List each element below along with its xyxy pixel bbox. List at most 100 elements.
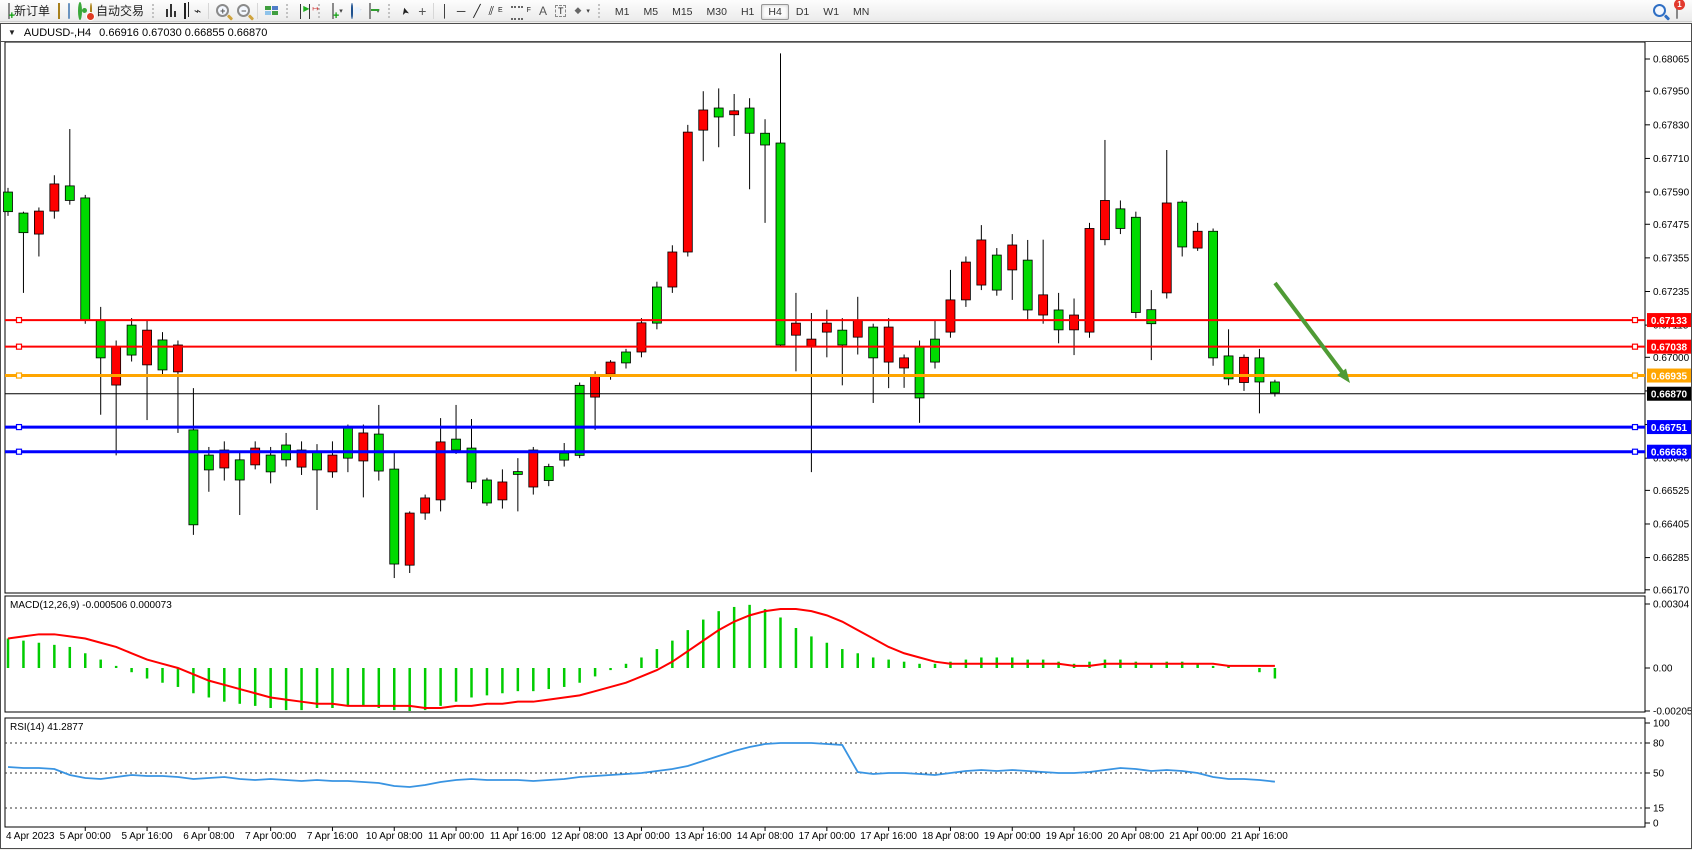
- svg-text:11 Apr 00:00: 11 Apr 00:00: [428, 831, 484, 842]
- new-order-icon: +: [8, 4, 10, 18]
- candlestick-chart-button[interactable]: [180, 1, 190, 21]
- periods-button[interactable]: ▾: [347, 1, 366, 21]
- indicators-button[interactable]: +▾: [328, 1, 347, 21]
- zoom-in-icon: +: [216, 4, 229, 17]
- svg-text:50: 50: [1653, 769, 1665, 780]
- svg-text:19 Apr 16:00: 19 Apr 16:00: [1046, 831, 1103, 842]
- svg-text:21 Apr 16:00: 21 Apr 16:00: [1231, 831, 1288, 842]
- toolbar-separator: [152, 4, 158, 18]
- zoom-in-button[interactable]: +: [212, 1, 233, 21]
- auto-trading-icon: [90, 4, 92, 18]
- search-button[interactable]: [1653, 4, 1666, 17]
- auto-scroll-button[interactable]: ▶: [296, 1, 305, 21]
- crosshair-icon: +: [418, 4, 426, 18]
- svg-text:15: 15: [1653, 804, 1665, 815]
- cursor-icon: ➤: [400, 5, 412, 16]
- svg-text:0.67038: 0.67038: [1651, 342, 1688, 353]
- svg-text:0.66870: 0.66870: [1651, 390, 1688, 401]
- templates-icon: [369, 4, 371, 18]
- svg-text:0.67235: 0.67235: [1653, 287, 1690, 298]
- text-label-icon: T: [555, 5, 567, 17]
- market-watch-button[interactable]: [54, 1, 64, 21]
- timeframe-button-m5[interactable]: M5: [637, 4, 666, 20]
- market-watch-icon: [58, 4, 60, 18]
- text-label-button[interactable]: T: [551, 1, 571, 21]
- arrows-button[interactable]: ◆▾: [570, 1, 593, 21]
- svg-text:7 Apr 00:00: 7 Apr 00:00: [245, 831, 297, 842]
- toolbar-separator: [257, 3, 258, 19]
- tile-windows-icon: [265, 6, 278, 15]
- new-order-label: 新订单: [14, 2, 50, 19]
- horizontal-line-button[interactable]: ─: [453, 1, 470, 21]
- svg-text:0.67475: 0.67475: [1653, 220, 1690, 231]
- new-order-button[interactable]: + 新订单: [4, 1, 54, 21]
- auto-scroll-icon: ▶: [300, 4, 301, 18]
- svg-text:0.67133: 0.67133: [1651, 316, 1688, 327]
- toolbar-separator: [286, 4, 292, 18]
- svg-text:18 Apr 08:00: 18 Apr 08:00: [922, 831, 979, 842]
- svg-text:0.67710: 0.67710: [1653, 154, 1690, 165]
- templates-button[interactable]: ▾: [365, 1, 384, 21]
- line-chart-button[interactable]: ⌁: [190, 1, 205, 21]
- chart-shift-icon: ↦: [309, 4, 310, 18]
- toolbar-separator: [433, 3, 434, 19]
- svg-text:10 Apr 08:00: 10 Apr 08:00: [366, 831, 423, 842]
- zoom-out-button[interactable]: −: [233, 1, 254, 21]
- data-window-icon: [68, 4, 70, 18]
- data-window-button[interactable]: [64, 1, 74, 21]
- bar-chart-button[interactable]: [162, 1, 180, 21]
- svg-text:0.67000: 0.67000: [1653, 353, 1690, 364]
- svg-text:0.66170: 0.66170: [1653, 585, 1690, 596]
- channel-button[interactable]: ⫽E: [485, 1, 507, 21]
- chat-button[interactable]: 1: [1676, 4, 1678, 18]
- auto-trading-button[interactable]: 自动交易: [86, 1, 148, 21]
- svg-text:4 Apr 2023: 4 Apr 2023: [6, 831, 55, 842]
- toolbar-separator: [598, 4, 604, 18]
- periods-icon: [351, 4, 353, 18]
- timeframe-button-w1[interactable]: W1: [816, 4, 846, 20]
- svg-text:100: 100: [1653, 719, 1670, 730]
- chart-collapse-icon[interactable]: ▼: [8, 28, 16, 37]
- date-axis: 4 Apr 20235 Apr 00:005 Apr 16:006 Apr 08…: [6, 827, 1288, 842]
- signals-icon: [78, 4, 82, 18]
- timeframe-button-h4[interactable]: H4: [761, 4, 788, 20]
- vertical-line-button[interactable]: │: [437, 1, 453, 21]
- svg-text:0.00: 0.00: [1653, 664, 1673, 675]
- cursor-button[interactable]: ➤: [398, 1, 414, 21]
- timeframe-button-m15[interactable]: M15: [665, 4, 699, 20]
- svg-text:80: 80: [1653, 739, 1665, 750]
- svg-text:12 Apr 08:00: 12 Apr 08:00: [551, 831, 608, 842]
- price-chart-canvas[interactable]: 0.680650.679500.678300.677100.675900.674…: [1, 24, 1691, 848]
- timeframe-group: M1M5M15M30H1H4D1W1MN: [608, 4, 876, 18]
- crosshair-button[interactable]: +: [414, 1, 430, 21]
- chart-window: ▼ AUDUSD-,H4 0.66916 0.67030 0.66855 0.6…: [0, 23, 1692, 849]
- timeframe-button-mn[interactable]: MN: [846, 4, 876, 20]
- notification-badge: 1: [1674, 0, 1685, 10]
- signals-button[interactable]: [74, 1, 86, 21]
- text-button[interactable]: A: [535, 1, 551, 21]
- timeframe-button-h1[interactable]: H1: [734, 4, 761, 20]
- svg-text:6 Apr 08:00: 6 Apr 08:00: [183, 831, 235, 842]
- tile-windows-button[interactable]: [261, 1, 282, 21]
- svg-text:RSI(14) 41.2877: RSI(14) 41.2877: [10, 722, 84, 733]
- svg-text:5 Apr 16:00: 5 Apr 16:00: [121, 831, 173, 842]
- auto-trading-label: 自动交易: [96, 2, 144, 19]
- vertical-line-icon: │: [441, 5, 449, 17]
- svg-text:0.68065: 0.68065: [1653, 55, 1690, 66]
- fibonacci-icon: [511, 6, 523, 20]
- trendline-button[interactable]: ╱: [469, 1, 484, 21]
- timeframe-button-d1[interactable]: D1: [789, 4, 816, 20]
- svg-text:0.66525: 0.66525: [1653, 486, 1690, 497]
- channel-icon: ⫽: [489, 5, 494, 17]
- svg-text:13 Apr 00:00: 13 Apr 00:00: [613, 831, 670, 842]
- trendline-icon: ╱: [473, 5, 480, 17]
- chart-ohlc-readout: 0.66916 0.67030 0.66855 0.66870: [99, 27, 267, 39]
- svg-text:17 Apr 16:00: 17 Apr 16:00: [860, 831, 917, 842]
- fibonacci-button[interactable]: F: [507, 1, 535, 21]
- svg-text:7 Apr 16:00: 7 Apr 16:00: [307, 831, 359, 842]
- svg-text:19 Apr 00:00: 19 Apr 00:00: [984, 831, 1041, 842]
- timeframe-button-m1[interactable]: M1: [608, 4, 637, 20]
- svg-text:MACD(12,26,9) -0.000506 0.0000: MACD(12,26,9) -0.000506 0.000073: [10, 600, 172, 611]
- chart-symbol-period: AUDUSD-,H4: [24, 27, 91, 39]
- timeframe-button-m30[interactable]: M30: [700, 4, 734, 20]
